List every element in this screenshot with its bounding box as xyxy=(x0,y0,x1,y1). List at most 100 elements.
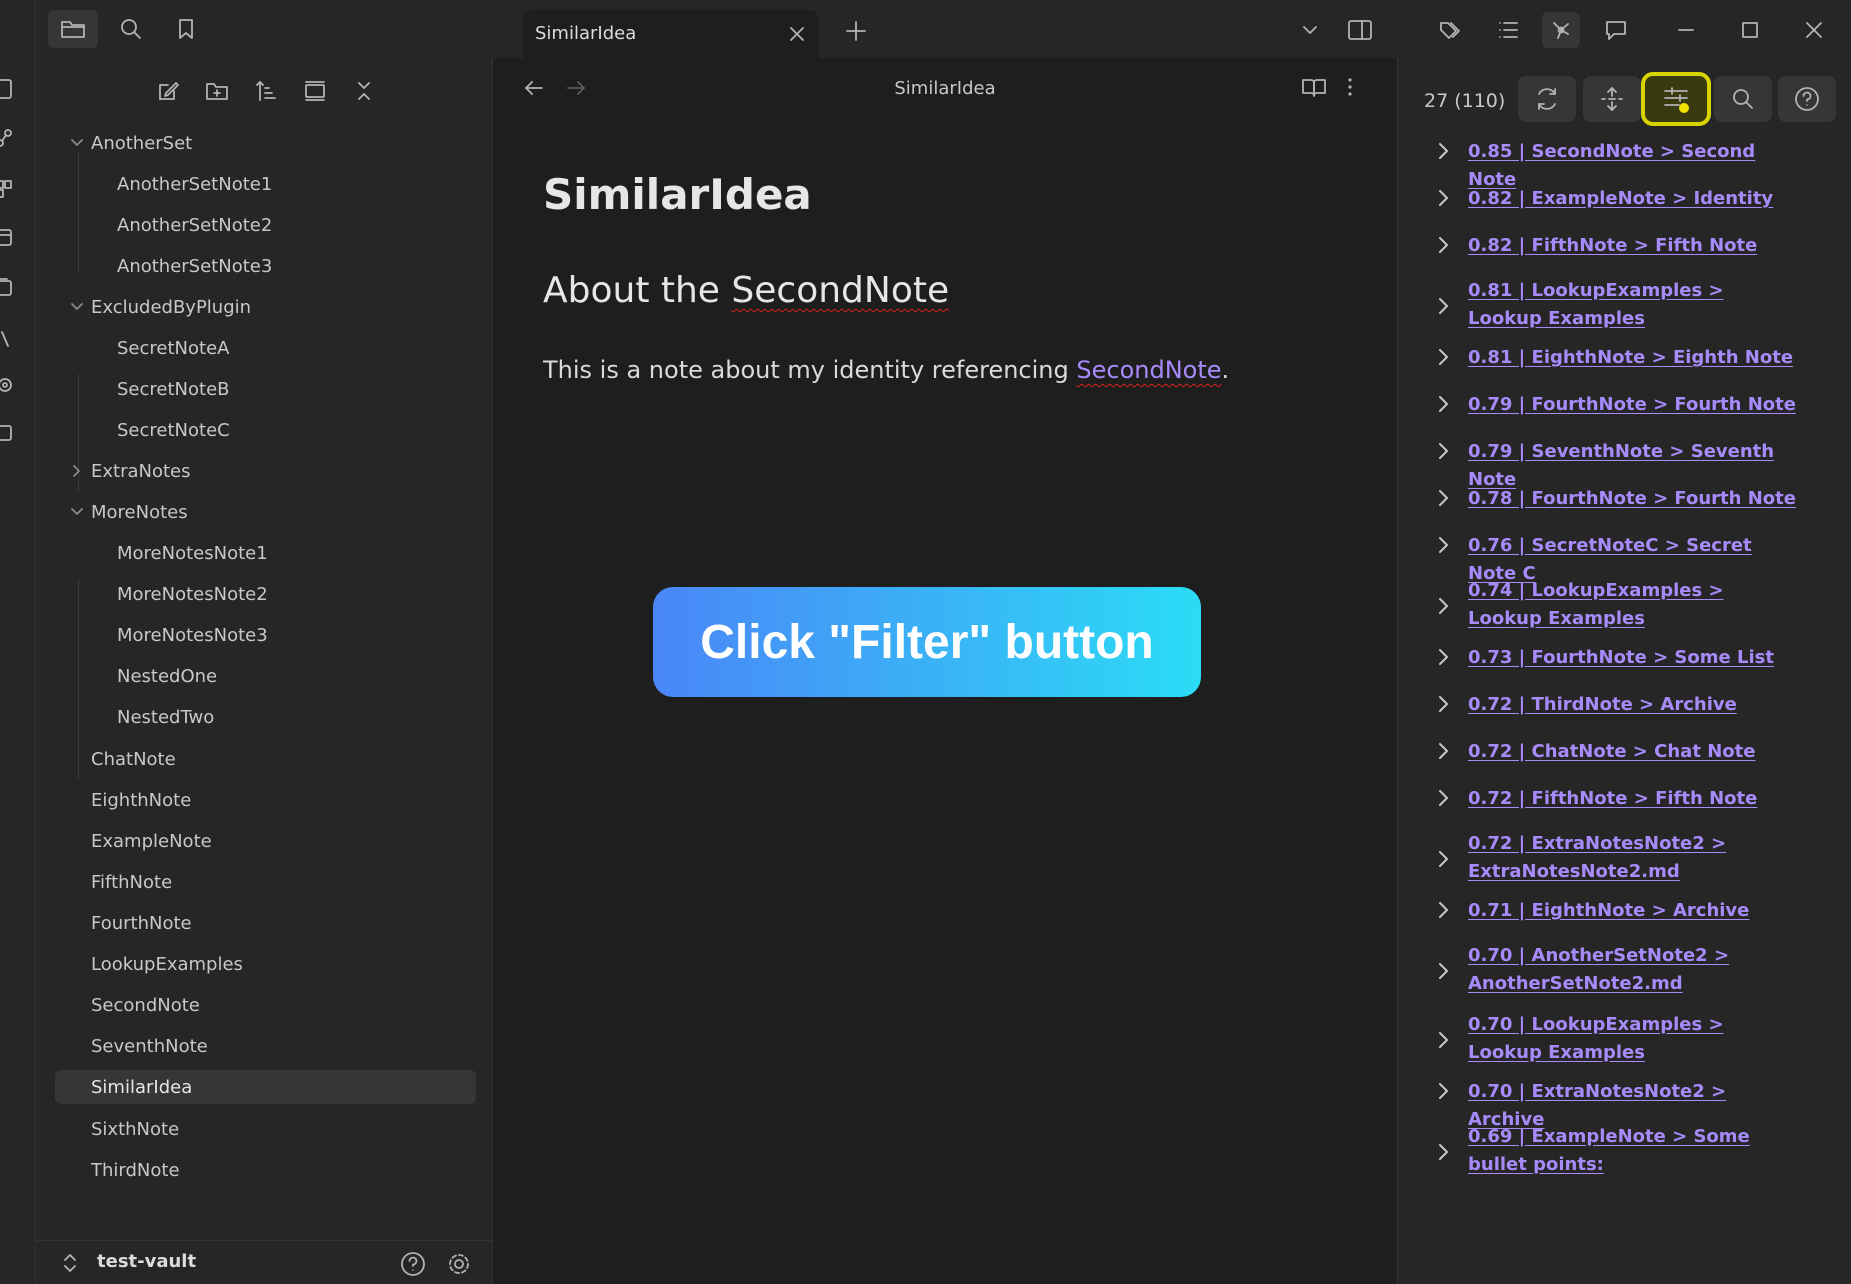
vault-name[interactable]: test-vault xyxy=(97,1251,196,1272)
close-window-icon[interactable] xyxy=(1795,12,1833,48)
chevron-right-icon[interactable] xyxy=(1434,1082,1452,1100)
vault-switcher[interactable]: test-vault xyxy=(36,1240,493,1284)
tree-file[interactable]: MoreNotesNote3 xyxy=(117,618,268,652)
tree-file[interactable]: ChatNote xyxy=(91,742,176,776)
chevron-right-icon[interactable] xyxy=(1434,536,1452,554)
result-link[interactable]: 0.70 | AnotherSetNote2 > AnotherSetNote2… xyxy=(1468,942,1798,998)
collapse-view-icon[interactable] xyxy=(300,76,330,106)
chevron-right-icon[interactable] xyxy=(1434,597,1452,615)
new-note-icon[interactable] xyxy=(153,76,183,106)
layout-icon[interactable] xyxy=(0,178,16,200)
tree-file[interactable]: FifthNote xyxy=(91,865,172,899)
tree-file[interactable]: AnotherSetNote3 xyxy=(117,249,272,283)
new-tab-icon[interactable] xyxy=(845,20,867,42)
maximize-icon[interactable] xyxy=(1731,12,1769,48)
chevron-down-icon[interactable] xyxy=(69,135,85,151)
result-link[interactable]: 0.72 | ChatNote > Chat Note xyxy=(1468,738,1798,766)
result-link[interactable]: 0.70 | LookupExamples > Lookup Examples xyxy=(1468,1011,1798,1067)
chevron-right-icon[interactable] xyxy=(1434,695,1452,713)
chevron-right-icon[interactable] xyxy=(1434,489,1452,507)
result-link[interactable]: 0.79 | FourthNote > Fourth Note xyxy=(1468,391,1798,419)
tree-folder[interactable]: AnotherSet xyxy=(71,126,192,160)
tab-similaridea[interactable]: SimilarIdea xyxy=(523,10,819,58)
tree-file[interactable]: SecretNoteB xyxy=(117,372,230,406)
result-link[interactable]: 0.72 | ThirdNote > Archive xyxy=(1468,691,1798,719)
help-icon[interactable] xyxy=(400,1251,426,1277)
filter-button[interactable] xyxy=(1641,72,1711,126)
result-link[interactable]: 0.73 | FourthNote > Some List xyxy=(1468,644,1798,672)
split-view-icon[interactable] xyxy=(1341,12,1379,48)
tree-file[interactable]: SecondNote xyxy=(91,988,200,1022)
tree-file[interactable]: SeventhNote xyxy=(91,1029,208,1063)
chevron-right-icon[interactable] xyxy=(1434,648,1452,666)
list-icon[interactable] xyxy=(1489,12,1527,48)
tree-folder[interactable]: MoreNotes xyxy=(71,495,188,529)
chevron-right-icon[interactable] xyxy=(1434,442,1452,460)
command-icon[interactable] xyxy=(0,328,16,350)
collapse-all-icon[interactable] xyxy=(349,76,379,106)
result-link[interactable]: 0.69 | ExampleNote > Some bullet points: xyxy=(1468,1123,1798,1179)
tree-file[interactable]: ThirdNote xyxy=(91,1153,180,1187)
help-button[interactable] xyxy=(1778,76,1836,122)
reading-view-icon[interactable] xyxy=(1301,76,1327,98)
result-link[interactable]: 0.82 | ExampleNote > Identity xyxy=(1468,185,1798,213)
comment-icon[interactable] xyxy=(1597,12,1635,48)
result-link[interactable]: 0.78 | FourthNote > Fourth Note xyxy=(1468,485,1798,513)
calendar-icon[interactable] xyxy=(0,226,16,248)
tree-file[interactable]: EighthNote xyxy=(91,783,191,817)
tree-file[interactable]: AnotherSetNote2 xyxy=(117,208,272,242)
tree-file[interactable]: MoreNotesNote2 xyxy=(117,577,268,611)
graph-icon[interactable] xyxy=(0,128,16,150)
tree-file[interactable]: ExampleNote xyxy=(91,824,212,858)
result-link[interactable]: 0.71 | EighthNote > Archive xyxy=(1468,897,1798,925)
search-button[interactable] xyxy=(1714,76,1772,122)
tree-file[interactable]: MoreNotesNote1 xyxy=(117,536,268,570)
settings-icon[interactable] xyxy=(446,1251,472,1277)
settings-icon[interactable] xyxy=(0,374,16,396)
chevron-right-icon[interactable] xyxy=(1434,962,1452,980)
chevron-right-icon[interactable] xyxy=(1434,348,1452,366)
tree-file[interactable]: SecretNoteA xyxy=(117,331,229,365)
file-explorer-tab[interactable] xyxy=(48,10,98,48)
file-icon[interactable] xyxy=(0,78,16,100)
result-link[interactable]: 0.82 | FifthNote > Fifth Note xyxy=(1468,232,1798,260)
tree-file[interactable]: SixthNote xyxy=(91,1112,179,1146)
chevron-right-icon[interactable] xyxy=(1434,1143,1452,1161)
tree-file[interactable]: FourthNote xyxy=(91,906,192,940)
chevron-right-icon[interactable] xyxy=(1434,395,1452,413)
chevron-right-icon[interactable] xyxy=(1434,189,1452,207)
chevron-down-icon[interactable] xyxy=(69,299,85,315)
graph-icon[interactable] xyxy=(1542,12,1580,48)
chevron-right-icon[interactable] xyxy=(1434,742,1452,760)
tree-folder[interactable]: ExcludedByPlugin xyxy=(71,290,251,324)
tree-file[interactable]: LookupExamples xyxy=(91,947,243,981)
tree-file[interactable]: AnotherSetNote1 xyxy=(117,167,272,201)
sort-icon[interactable] xyxy=(251,76,281,106)
close-icon[interactable] xyxy=(787,24,807,44)
tree-file[interactable]: NestedTwo xyxy=(117,700,214,734)
tree-file[interactable]: SimilarIdea xyxy=(55,1070,476,1104)
chevron-right-icon[interactable] xyxy=(1434,297,1452,315)
new-folder-icon[interactable] xyxy=(202,76,232,106)
search-tab[interactable] xyxy=(106,10,156,48)
chevron-right-icon[interactable] xyxy=(1434,236,1452,254)
internal-link[interactable]: SecondNote xyxy=(1076,356,1221,384)
tags-icon[interactable] xyxy=(1433,12,1471,48)
chevron-right-icon[interactable] xyxy=(1434,142,1452,160)
expand-collapse-button[interactable] xyxy=(1583,76,1641,122)
refresh-button[interactable] xyxy=(1518,76,1576,122)
tree-file[interactable]: SecretNoteC xyxy=(117,413,230,447)
chevron-right-icon[interactable] xyxy=(69,463,85,479)
tree-folder[interactable]: ExtraNotes xyxy=(73,454,191,488)
chevron-down-icon[interactable] xyxy=(1291,12,1329,48)
chevron-right-icon[interactable] xyxy=(1434,850,1452,868)
chevron-right-icon[interactable] xyxy=(1434,789,1452,807)
result-link[interactable]: 0.72 | FifthNote > Fifth Note xyxy=(1468,785,1798,813)
chevron-right-icon[interactable] xyxy=(1434,1031,1452,1049)
result-link[interactable]: 0.81 | LookupExamples > Lookup Examples xyxy=(1468,277,1798,333)
bookmarks-tab[interactable] xyxy=(161,10,211,48)
result-link[interactable]: 0.72 | ExtraNotesNote2 > ExtraNotesNote2… xyxy=(1468,830,1798,886)
heading-link[interactable]: SecondNote xyxy=(731,270,949,311)
sidebar-icon[interactable] xyxy=(0,422,16,444)
result-link[interactable]: 0.81 | EighthNote > Eighth Note xyxy=(1468,344,1798,372)
